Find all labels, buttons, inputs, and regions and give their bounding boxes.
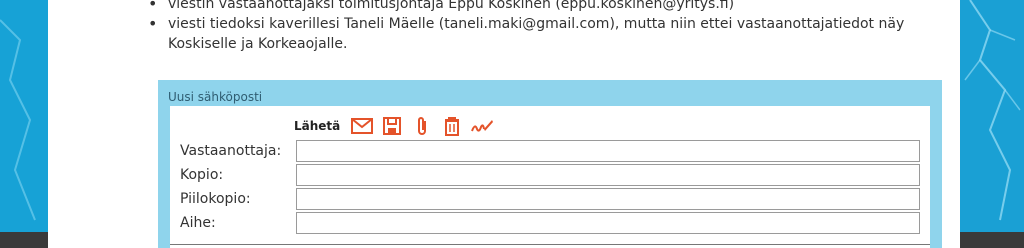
footer-bar-left xyxy=(0,232,48,248)
bcc-label: Piilokopio: xyxy=(180,191,251,207)
content-area: viestin vastaanottajaksi toimitusjohtaja… xyxy=(48,0,960,248)
trash-icon[interactable] xyxy=(440,115,464,137)
to-label: Vastaanottaja: xyxy=(180,143,282,159)
subject-row: Aihe: xyxy=(170,212,930,236)
subject-field[interactable] xyxy=(296,212,920,234)
send-button[interactable]: Lähetä xyxy=(294,119,340,133)
right-background-decoration xyxy=(960,0,1024,248)
bcc-row: Piilokopio: xyxy=(170,188,930,212)
subject-label: Aihe: xyxy=(180,215,216,231)
to-row: Vastaanottaja: xyxy=(170,140,930,164)
cc-row: Kopio: xyxy=(170,164,930,188)
save-icon[interactable] xyxy=(380,115,404,137)
signature-icon[interactable] xyxy=(470,115,494,137)
to-field[interactable] xyxy=(296,140,920,162)
cc-field[interactable] xyxy=(296,164,920,186)
map-pattern-icon xyxy=(0,19,36,221)
email-toolbar: Lähetä xyxy=(294,114,500,138)
attachment-icon[interactable] xyxy=(410,115,434,137)
panel-title: Uusi sähköposti xyxy=(168,90,263,104)
email-form: Lähetä Vastaanottaja: Kopio: Piilokopio:… xyxy=(170,106,930,248)
divider xyxy=(170,244,930,245)
new-email-panel: Uusi sähköposti Lähetä Vastaanottaja: Ko… xyxy=(158,80,942,248)
left-background-decoration xyxy=(0,0,48,248)
list-item: viesti tiedoksi kaverillesi Taneli Mäell… xyxy=(148,14,968,54)
instruction-list: viestin vastaanottajaksi toimitusjohtaja… xyxy=(148,0,968,54)
map-pattern-icon xyxy=(964,0,1021,221)
envelope-icon[interactable] xyxy=(350,115,374,137)
cc-label: Kopio: xyxy=(180,167,224,183)
footer-bar-right xyxy=(960,232,1024,248)
list-item: viestin vastaanottajaksi toimitusjohtaja… xyxy=(148,0,968,14)
bcc-field[interactable] xyxy=(296,188,920,210)
